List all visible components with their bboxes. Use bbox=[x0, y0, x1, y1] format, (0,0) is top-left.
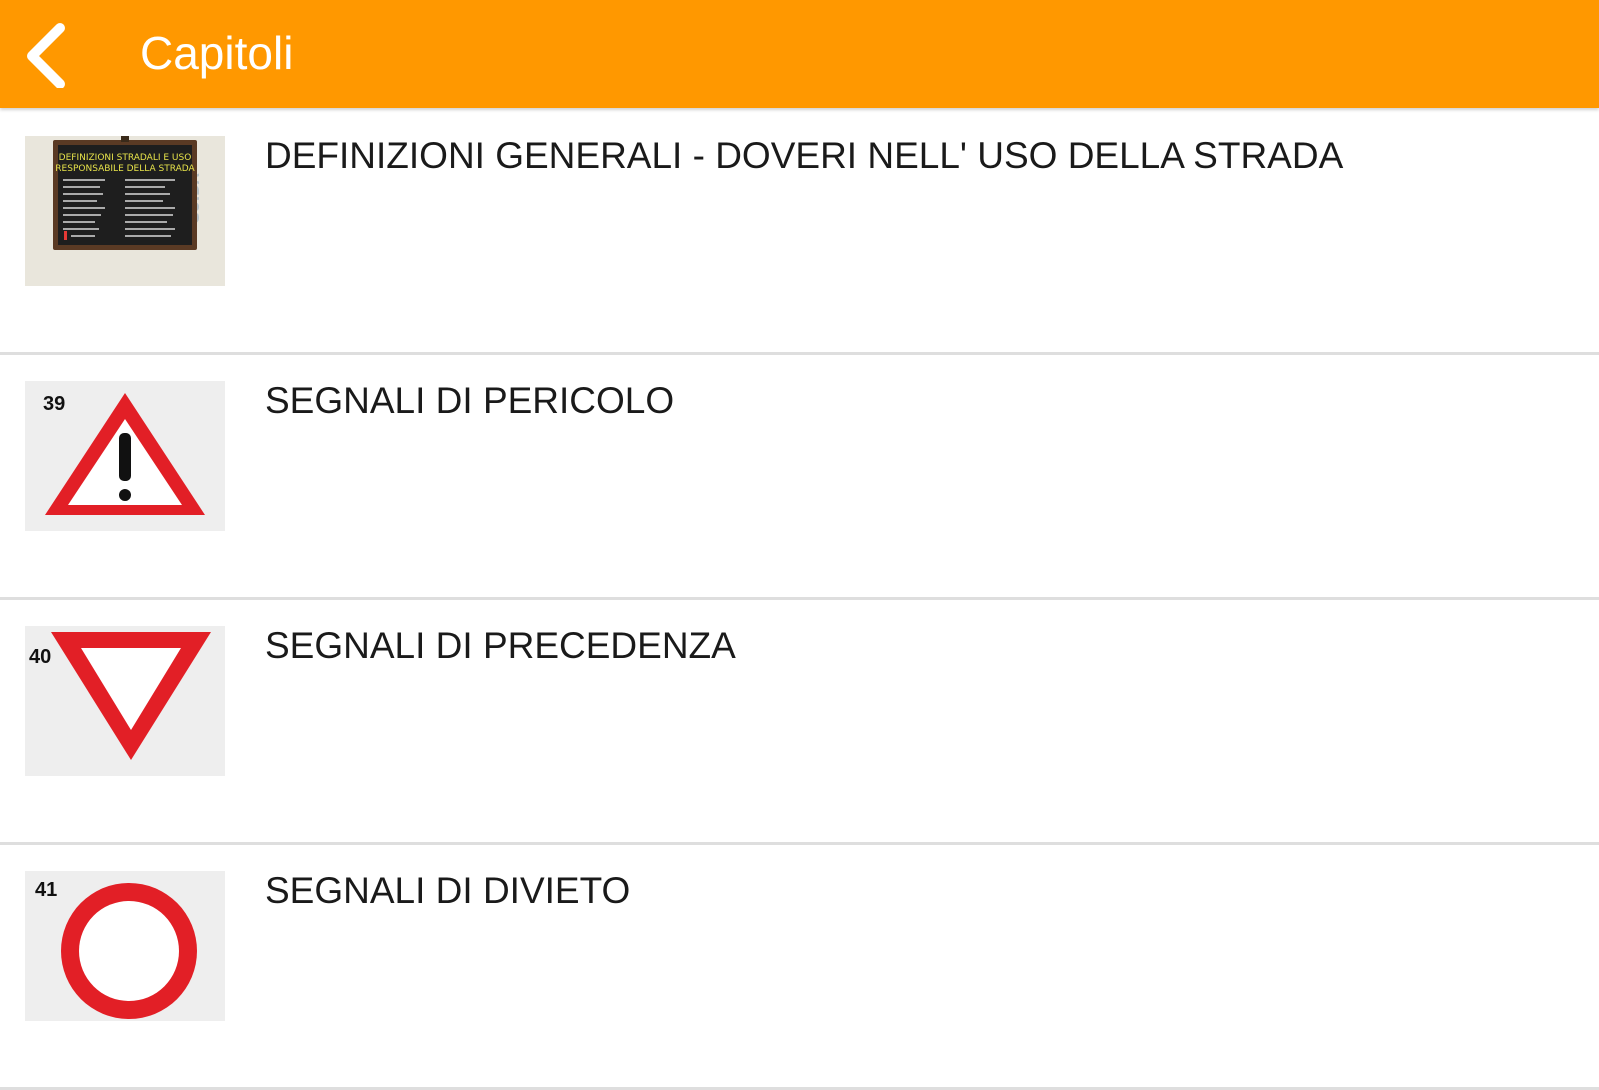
svg-text:GUIDA: GUIDA bbox=[25, 171, 29, 222]
prohibition-circle-sign: 41 bbox=[25, 871, 225, 1021]
chevron-left-icon bbox=[27, 23, 65, 89]
chapter-label: SEGNALI DI PERICOLO bbox=[265, 380, 675, 421]
chapter-item-pericolo[interactable]: 39 SEGNALI DI PERICOLO bbox=[0, 355, 1599, 600]
chalkboard-image: GUIDA GUIDA DEFINIZIONI STRADALI E USO R… bbox=[25, 136, 225, 286]
svg-text:RESPONSABILE DELLA STRADA: RESPONSABILE DELLA STRADA bbox=[55, 164, 195, 174]
back-button[interactable] bbox=[18, 20, 78, 89]
sign-number: 39 bbox=[43, 393, 66, 415]
warning-triangle-sign: 39 bbox=[25, 381, 225, 531]
page-title: Capitoli bbox=[140, 27, 294, 79]
chapter-label: SEGNALI DI PRECEDENZA bbox=[265, 625, 736, 666]
yield-triangle-sign: 40 bbox=[25, 626, 225, 776]
chapter-item-divieto[interactable]: 41 SEGNALI DI DIVIETO bbox=[0, 845, 1599, 1090]
chapter-item-definizioni[interactable]: GUIDA GUIDA DEFINIZIONI STRADALI E USO R… bbox=[0, 110, 1599, 355]
chapter-label: SEGNALI DI DIVIETO bbox=[265, 870, 631, 911]
app-bar: Capitoli bbox=[0, 0, 1599, 108]
chapter-item-precedenza[interactable]: 40 SEGNALI DI PRECEDENZA bbox=[0, 600, 1599, 845]
chapter-label: DEFINIZIONI GENERALI - DOVERI NELL' USO … bbox=[265, 135, 1344, 176]
chapter-list: GUIDA GUIDA DEFINIZIONI STRADALI E USO R… bbox=[0, 110, 1599, 1090]
sign-number: 40 bbox=[29, 646, 52, 668]
svg-text:DEFINIZIONI STRADALI E USO: DEFINIZIONI STRADALI E USO bbox=[59, 153, 192, 163]
